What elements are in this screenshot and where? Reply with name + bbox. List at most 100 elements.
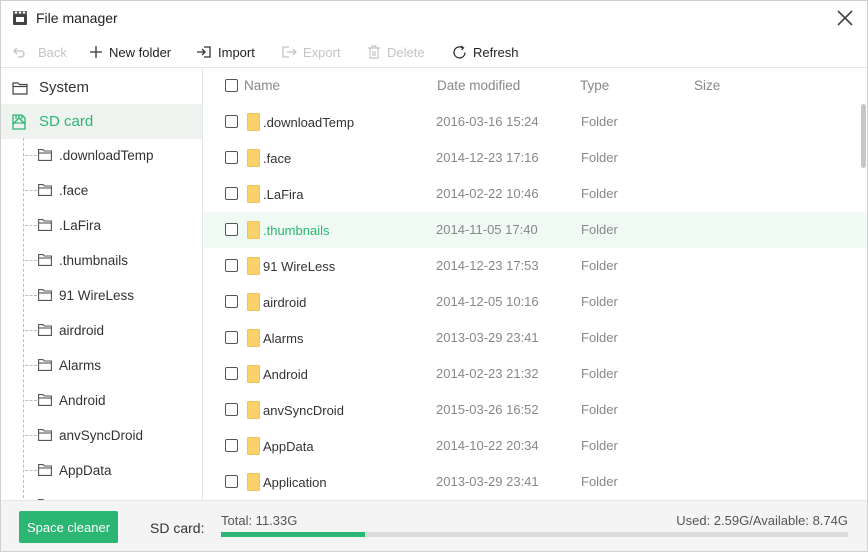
folder-outline-icon — [38, 219, 52, 231]
app-icon — [13, 11, 27, 25]
table-row[interactable]: AppData 2014-10-22 20:34 Folder — [204, 428, 867, 464]
sidebar-tree-item[interactable]: 91 WireLess — [23, 278, 201, 313]
file-date: 2014-02-23 21:32 — [436, 366, 539, 381]
folder-outline-icon — [38, 359, 52, 371]
sidebar-tree-item[interactable]: .LaFira — [23, 208, 201, 243]
row-checkbox[interactable] — [225, 367, 238, 380]
list-header: Name Date modified Type Size — [204, 68, 867, 104]
space-cleaner-button[interactable]: Space cleaner — [19, 511, 118, 543]
sidebar-tree-item-label: Android — [59, 393, 106, 408]
folder-icon — [247, 329, 260, 347]
file-name: AppData — [263, 439, 314, 454]
import-button[interactable]: Import — [196, 43, 255, 61]
row-checkbox[interactable] — [225, 295, 238, 308]
file-name: Application — [263, 475, 327, 490]
table-row[interactable]: Application 2013-03-29 23:41 Folder — [204, 464, 867, 500]
folder-outline-icon — [12, 81, 28, 95]
sidebar-tree-item[interactable]: airdroid — [23, 313, 201, 348]
sidebar-tree-item[interactable]: Application — [23, 488, 201, 500]
table-row[interactable]: Alarms 2013-03-29 23:41 Folder — [204, 320, 867, 356]
chevron-up-icon[interactable] — [12, 116, 26, 125]
tree-connector — [25, 330, 37, 331]
file-list: Name Date modified Type Size .downloadTe… — [204, 68, 867, 500]
close-icon[interactable] — [835, 8, 855, 28]
tree-connector — [25, 190, 37, 191]
row-checkbox[interactable] — [225, 187, 238, 200]
file-type: Folder — [581, 402, 618, 417]
row-checkbox[interactable] — [225, 439, 238, 452]
delete-button[interactable]: Delete — [367, 43, 425, 61]
folder-icon — [247, 401, 260, 419]
file-name: 91 WireLess — [263, 259, 336, 274]
table-row[interactable]: 91 WireLess 2014-12-23 17:53 Folder — [204, 248, 867, 284]
sidebar-tree-item-label: .thumbnails — [59, 253, 129, 268]
vertical-scrollbar[interactable] — [861, 104, 866, 168]
column-header-size[interactable]: Size — [694, 78, 720, 93]
file-date: 2014-02-22 10:46 — [436, 186, 539, 201]
file-name: anvSyncDroid — [263, 403, 344, 418]
folder-icon — [247, 221, 260, 239]
sidebar-item-sd-card[interactable]: SD card — [1, 104, 202, 139]
file-type: Folder — [581, 114, 618, 129]
table-row[interactable]: airdroid 2014-12-05 10:16 Folder — [204, 284, 867, 320]
folder-icon — [247, 365, 260, 383]
file-type: Folder — [581, 222, 618, 237]
row-checkbox[interactable] — [225, 403, 238, 416]
file-date: 2015-03-26 16:52 — [436, 402, 539, 417]
file-date: 2014-12-23 17:16 — [436, 150, 539, 165]
folder-icon — [247, 437, 260, 455]
sidebar-tree-item[interactable]: AppData — [23, 453, 201, 488]
storage-usage-fill — [221, 532, 365, 537]
export-button[interactable]: Export — [281, 43, 341, 61]
file-date: 2013-03-29 23:41 — [436, 474, 539, 489]
sidebar: System SD card .downloadTemp .face .LaFira… — [1, 68, 203, 500]
import-label: Import — [218, 44, 255, 60]
file-date: 2014-10-22 20:34 — [436, 438, 539, 453]
sidebar-tree-item-label: Alarms — [59, 358, 102, 373]
sidebar-item-label: SD card — [39, 113, 94, 130]
file-name: .LaFira — [263, 187, 304, 202]
sidebar-item-system[interactable]: System — [1, 70, 202, 105]
table-row[interactable]: .downloadTemp 2016-03-16 15:24 Folder — [204, 104, 867, 140]
table-row[interactable]: anvSyncDroid 2015-03-26 16:52 Folder — [204, 392, 867, 428]
sidebar-tree-item[interactable]: .thumbnails — [23, 243, 201, 278]
row-checkbox[interactable] — [225, 115, 238, 128]
row-checkbox[interactable] — [225, 151, 238, 164]
table-row[interactable]: .thumbnails 2014-11-05 17:40 Folder — [204, 212, 867, 248]
column-header-name[interactable]: Name — [244, 78, 280, 93]
file-type: Folder — [581, 438, 618, 453]
file-type: Folder — [581, 330, 618, 345]
sidebar-tree-item-label: anvSyncDroid — [59, 428, 144, 443]
select-all-checkbox[interactable] — [225, 79, 238, 92]
sidebar-tree-item[interactable]: Alarms — [23, 348, 201, 383]
sidebar-tree-item[interactable]: .downloadTemp — [23, 138, 201, 173]
status-footer: Space cleaner SD card: Total: 11.33G Use… — [1, 500, 867, 551]
delete-label: Delete — [387, 44, 425, 60]
folder-outline-icon — [38, 289, 52, 301]
new-folder-button[interactable]: New folder — [89, 43, 171, 61]
sd-card-label: SD card: — [150, 520, 205, 536]
export-label: Export — [303, 44, 341, 60]
column-header-date[interactable]: Date modified — [437, 78, 520, 93]
used-available-storage: Used: 2.59G/Available: 8.74G — [676, 513, 848, 528]
table-row[interactable]: Android 2014-02-23 21:32 Folder — [204, 356, 867, 392]
file-type: Folder — [581, 150, 618, 165]
table-row[interactable]: .LaFira 2014-02-22 10:46 Folder — [204, 176, 867, 212]
refresh-button[interactable]: Refresh — [452, 43, 519, 61]
tree-connector — [25, 155, 37, 156]
row-checkbox[interactable] — [225, 331, 238, 344]
folder-outline-icon — [38, 149, 52, 161]
row-checkbox[interactable] — [225, 223, 238, 236]
sidebar-tree-item[interactable]: .face — [23, 173, 201, 208]
back-button[interactable]: Back — [12, 43, 67, 61]
row-checkbox[interactable] — [225, 475, 238, 488]
tree-connector — [25, 470, 37, 471]
column-header-type[interactable]: Type — [580, 78, 609, 93]
folder-outline-icon — [38, 254, 52, 266]
sidebar-tree-item[interactable]: anvSyncDroid — [23, 418, 201, 453]
sidebar-tree-item-label: .face — [59, 183, 89, 198]
table-row[interactable]: .face 2014-12-23 17:16 Folder — [204, 140, 867, 176]
sidebar-tree-item[interactable]: Android — [23, 383, 201, 418]
row-checkbox[interactable] — [225, 259, 238, 272]
back-icon — [13, 47, 25, 58]
